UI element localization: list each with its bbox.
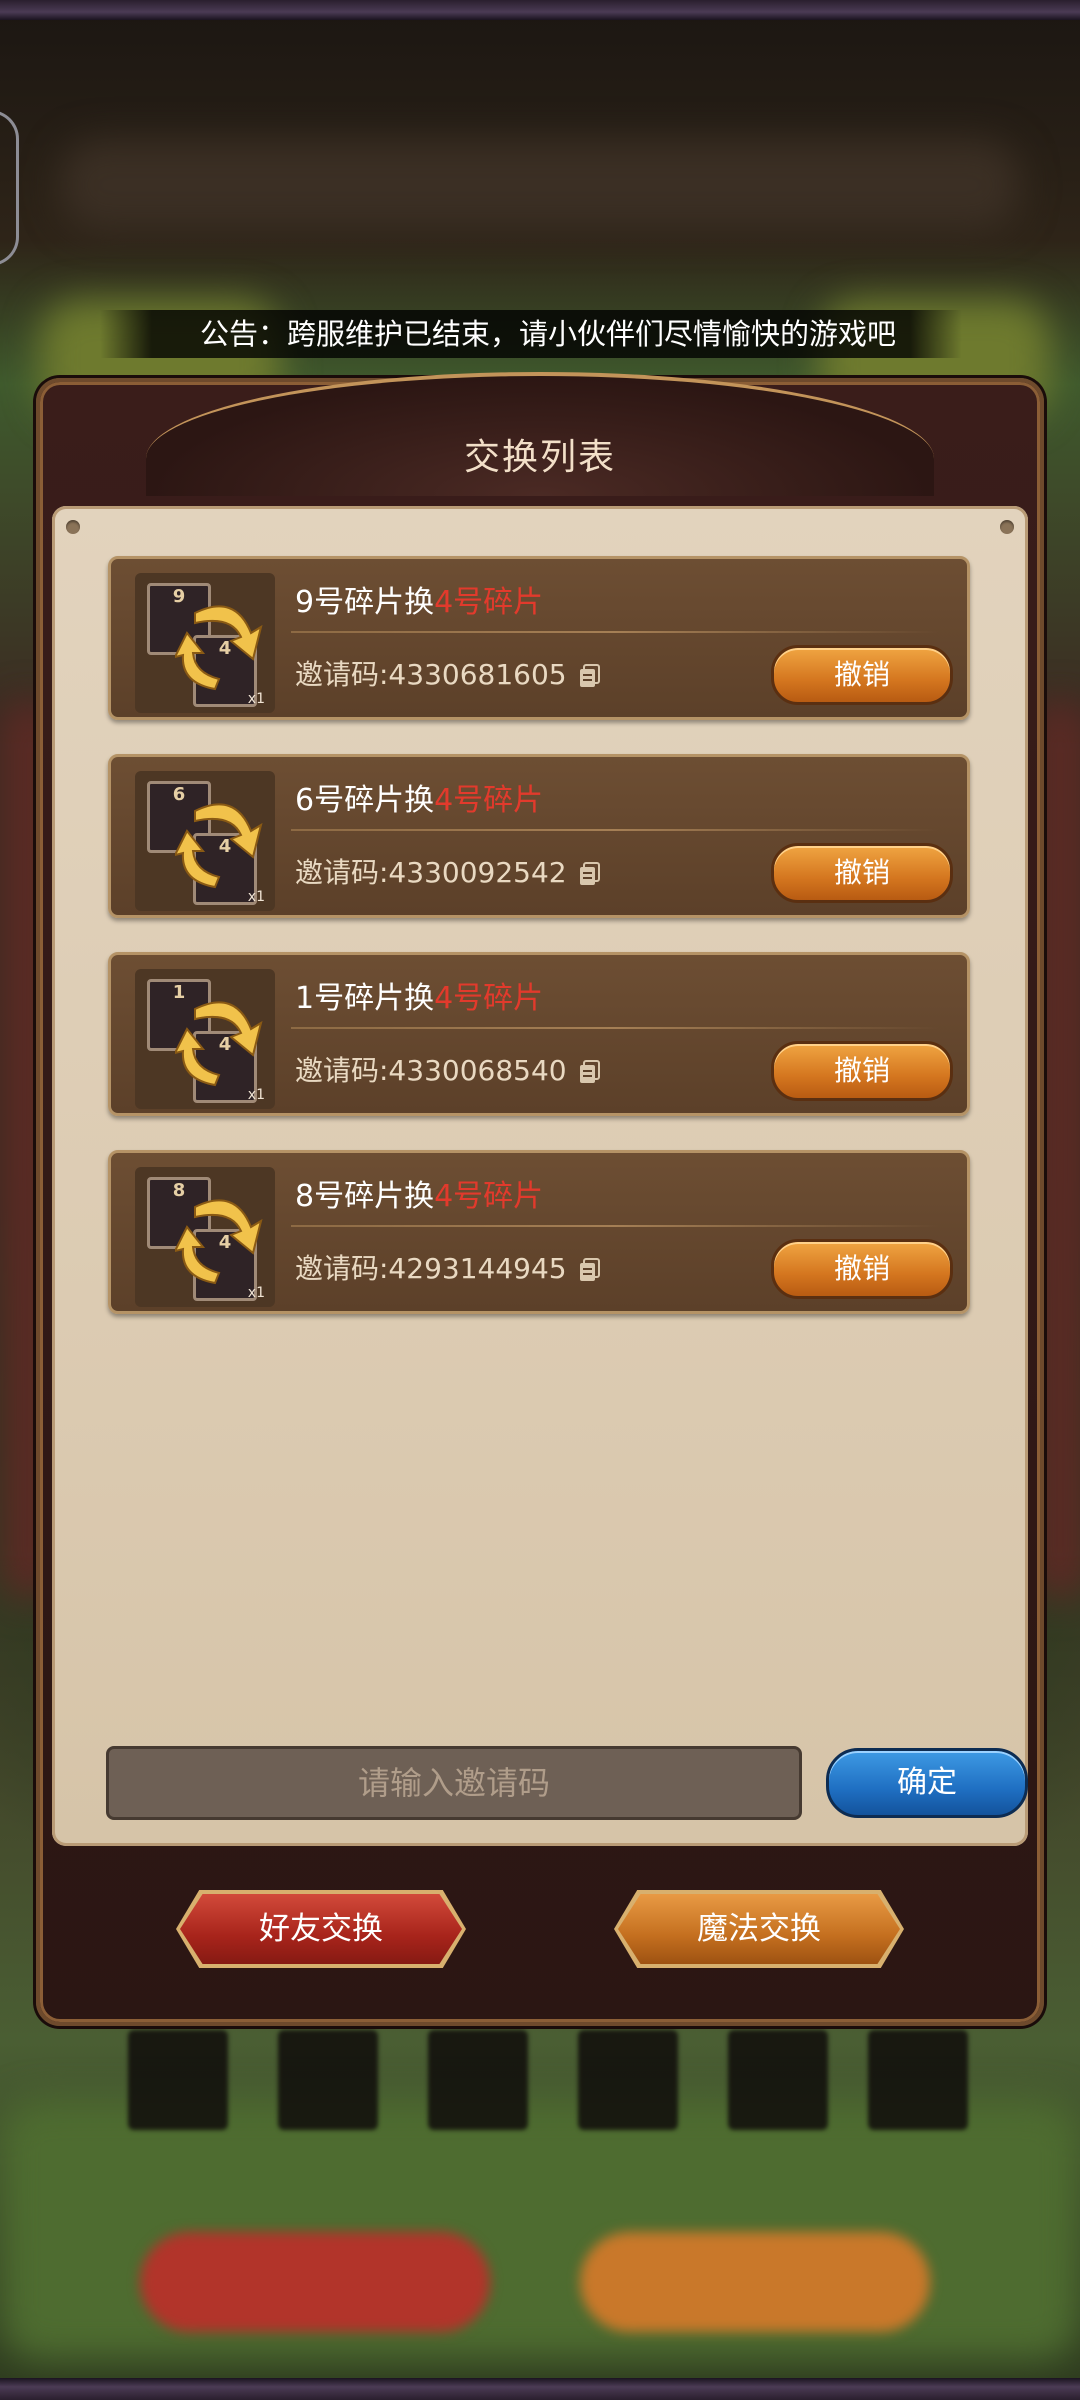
announcement-text: 公告：跨服维护已结束，请小伙伴们尽情愉快的游戏吧 xyxy=(200,317,897,351)
magic-exchange-button[interactable]: 魔法交换 xyxy=(614,1890,904,1968)
left-edge-ornament xyxy=(0,110,19,266)
quantity-label: x1 xyxy=(247,1087,265,1103)
divider xyxy=(291,1225,939,1227)
background-slot xyxy=(428,2030,528,2130)
divider xyxy=(291,829,939,831)
exchange-list-dialog: 交换列表 9 4 x1 9号碎片换4号碎片 邀请码:4330681605 撤销 … xyxy=(36,372,1044,2026)
background-slot xyxy=(728,2030,828,2130)
exchange-title: 6号碎片换4号碎片 xyxy=(295,783,544,818)
background-slot xyxy=(128,2030,228,2130)
invite-code: 邀请码:4293144945 xyxy=(295,1247,601,1287)
invite-code: 邀请码:4330681605 xyxy=(295,653,601,693)
rivet-icon xyxy=(66,520,80,534)
quantity-label: x1 xyxy=(247,691,265,707)
exchange-card: 8 4 x1 8号碎片换4号碎片 邀请码:4293144945 撤销 xyxy=(108,1150,970,1314)
confirm-button[interactable]: 确定 xyxy=(826,1748,1028,1818)
swap-arrows-icon xyxy=(175,1001,263,1087)
shard-swap-icon: 6 4 x1 xyxy=(135,771,275,911)
background-slot xyxy=(578,2030,678,2130)
copy-icon[interactable] xyxy=(579,664,601,688)
copy-icon[interactable] xyxy=(579,1258,601,1282)
top-frame-border xyxy=(0,0,1080,20)
divider xyxy=(291,631,939,633)
invite-code-input[interactable] xyxy=(106,1746,802,1820)
quantity-label: x1 xyxy=(247,1285,265,1301)
rivet-icon xyxy=(1000,520,1014,534)
cancel-button[interactable]: 撤销 xyxy=(771,1041,953,1101)
dialog-title: 交换列表 xyxy=(463,437,616,478)
exchange-card: 6 4 x1 6号碎片换4号碎片 邀请码:4330092542 撤销 xyxy=(108,754,970,918)
exchange-title: 9号碎片换4号碎片 xyxy=(295,585,544,620)
friend-exchange-button[interactable]: 好友交换 xyxy=(176,1890,466,1968)
invite-code: 邀请码:4330068540 xyxy=(295,1049,601,1089)
swap-arrows-icon xyxy=(175,605,263,691)
exchange-card: 1 4 x1 1号碎片换4号碎片 邀请码:4330068540 撤销 xyxy=(108,952,970,1116)
shard-swap-icon: 8 4 x1 xyxy=(135,1167,275,1307)
dialog-content-panel: 9 4 x1 9号碎片换4号碎片 邀请码:4330681605 撤销 6 4 x… xyxy=(52,506,1028,1846)
cancel-button[interactable]: 撤销 xyxy=(771,1239,953,1299)
quantity-label: x1 xyxy=(247,889,265,905)
exchange-card: 9 4 x1 9号碎片换4号碎片 邀请码:4330681605 撤销 xyxy=(108,556,970,720)
exchange-title: 1号碎片换4号碎片 xyxy=(295,981,544,1016)
invite-code: 邀请码:4330092542 xyxy=(295,851,601,891)
background-blurred-button xyxy=(580,2232,930,2332)
announcement-banner: 公告：跨服维护已结束，请小伙伴们尽情愉快的游戏吧 xyxy=(100,310,962,358)
bottom-frame-border xyxy=(0,2378,1080,2400)
cancel-button[interactable]: 撤销 xyxy=(771,645,953,705)
exchange-title: 8号碎片换4号碎片 xyxy=(295,1179,544,1214)
divider xyxy=(291,1027,939,1029)
background-blurred-button xyxy=(140,2232,490,2332)
swap-arrows-icon xyxy=(175,803,263,889)
background-slot xyxy=(278,2030,378,2130)
background-slot xyxy=(868,2030,968,2130)
swap-arrows-icon xyxy=(175,1199,263,1285)
cancel-button[interactable]: 撤销 xyxy=(771,843,953,903)
shard-swap-icon: 1 4 x1 xyxy=(135,969,275,1109)
copy-icon[interactable] xyxy=(579,862,601,886)
copy-icon[interactable] xyxy=(579,1060,601,1084)
shard-swap-icon: 9 4 x1 xyxy=(135,573,275,713)
